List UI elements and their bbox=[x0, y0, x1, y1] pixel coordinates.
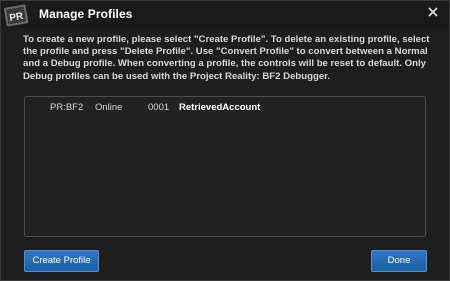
profile-row[interactable]: PR:BF2 Online 0001 RetrievedAccount bbox=[25, 101, 425, 115]
instructions-text: To create a new profile, please select "… bbox=[23, 34, 430, 82]
manage-profiles-dialog: PR Manage Profiles To create a new profi… bbox=[0, 0, 450, 281]
title-bar[interactable]: PR Manage Profiles bbox=[1, 1, 449, 29]
app-logo-icon: PR bbox=[4, 4, 29, 27]
create-profile-button[interactable]: Create Profile bbox=[24, 250, 99, 272]
profile-mod: PR:BF2 bbox=[50, 102, 84, 113]
close-icon[interactable] bbox=[425, 4, 441, 20]
profile-id: 0001 bbox=[148, 102, 170, 113]
window-title: Manage Profiles bbox=[39, 7, 133, 21]
profile-type: Online bbox=[95, 102, 123, 113]
profiles-list[interactable]: PR:BF2 Online 0001 RetrievedAccount bbox=[24, 96, 426, 237]
done-button[interactable]: Done bbox=[371, 250, 427, 272]
profile-name: RetrievedAccount bbox=[179, 102, 261, 113]
